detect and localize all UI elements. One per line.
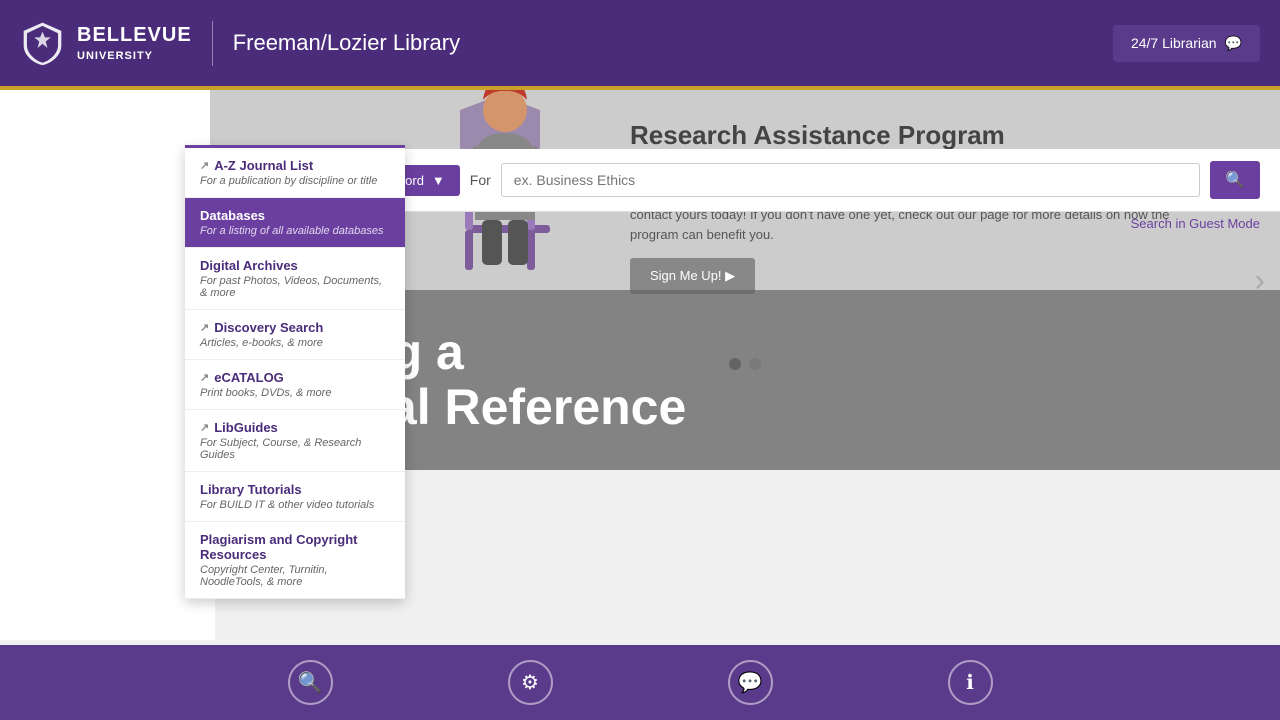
menu-item-digital-archives[interactable]: Digital Archives For past Photos, Videos… — [185, 248, 405, 310]
bottom-icon-chat[interactable]: 💬 — [728, 660, 773, 705]
external-link-icon: ↗ — [200, 421, 209, 434]
menu-item-libguides[interactable]: ↗ LibGuides For Subject, Course, & Resea… — [185, 410, 405, 472]
search-button[interactable]: 🔍 — [1210, 161, 1260, 199]
university-logo: BELLEVUE UNIVERSITY — [20, 21, 213, 66]
shield-icon — [20, 21, 65, 66]
header: BELLEVUE UNIVERSITY Freeman/Lozier Libra… — [0, 0, 1280, 90]
chat-icon: 💬 — [728, 660, 773, 705]
carousel-title: Research Assistance Program — [630, 120, 1220, 151]
bottom-icon-bar: 🔍 ⚙ 💬 ℹ — [0, 645, 1280, 720]
librarian-button[interactable]: 24/7 Librarian 💬 — [1113, 25, 1260, 62]
bottom-icon-settings[interactable]: ⚙ — [508, 660, 553, 705]
search-icon: 🔍 — [288, 660, 333, 705]
search-icon: 🔍 — [1225, 172, 1245, 189]
bottom-icon-search[interactable]: 🔍 — [288, 660, 333, 705]
for-label: For — [470, 172, 491, 188]
external-link-icon: ↗ — [200, 321, 209, 334]
guest-mode-link[interactable]: Search in Guest Mode — [1131, 215, 1260, 233]
left-panel — [0, 90, 215, 640]
chat-icon: 💬 — [1225, 35, 1242, 52]
menu-item-az-journal[interactable]: ↗ A-Z Journal List For a publication by … — [185, 148, 405, 198]
search-input[interactable] — [501, 163, 1200, 197]
menu-item-plagiarism[interactable]: Plagiarism and Copyright Resources Copyr… — [185, 522, 405, 599]
chevron-down-icon: ▼ — [432, 173, 445, 188]
menu-item-library-tutorials[interactable]: Library Tutorials For BUILD IT & other v… — [185, 472, 405, 522]
external-link-icon: ↗ — [200, 159, 209, 172]
menu-item-discovery-search[interactable]: ↗ Discovery Search Articles, e-books, & … — [185, 310, 405, 360]
info-icon: ℹ — [948, 660, 993, 705]
library-name: Freeman/Lozier Library — [233, 30, 460, 56]
menu-item-databases[interactable]: Databases For a listing of all available… — [185, 198, 405, 248]
header-right: 24/7 Librarian 💬 — [1113, 25, 1260, 62]
gear-icon: ⚙ — [508, 660, 553, 705]
menu-item-ecatalog[interactable]: ↗ eCATALOG Print books, DVDs, & more — [185, 360, 405, 410]
external-link-icon: ↗ — [200, 371, 209, 384]
carousel-cta-button[interactable]: Sign Me Up! ▶ — [630, 258, 755, 294]
find-dropdown-menu: ↗ A-Z Journal List For a publication by … — [185, 145, 405, 599]
bottom-icon-info[interactable]: ℹ — [948, 660, 993, 705]
university-name: BELLEVUE UNIVERSITY — [77, 21, 192, 64]
